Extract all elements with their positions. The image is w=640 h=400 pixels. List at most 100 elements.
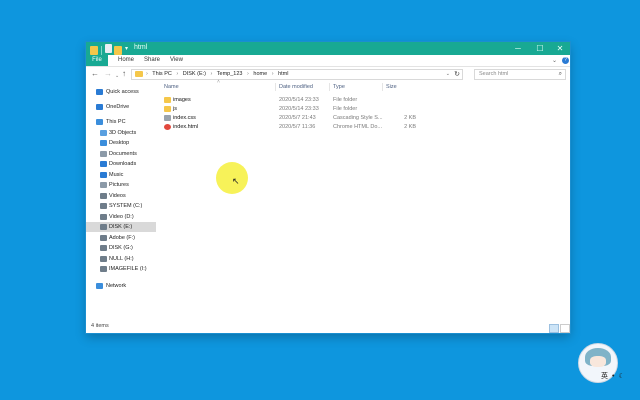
sort-indicator-icon: ˄ [217, 79, 220, 85]
divider[interactable] [382, 83, 383, 91]
sidebar-item-this-pc[interactable]: This PC [86, 117, 156, 127]
ime-punctuation-icon[interactable]: • [612, 373, 614, 380]
sidebar-item-videos[interactable]: Videos [86, 191, 156, 201]
cube-icon [100, 130, 107, 136]
file-list: ˄ Name Date modified Type Size images 20… [157, 79, 570, 322]
address-bar[interactable]: › This PC › DISK (E:) › Temp_123 › home … [131, 69, 463, 80]
breadcrumb-separator[interactable]: › [272, 71, 274, 77]
ime-language-indicator[interactable]: 英 [601, 373, 608, 380]
folder-icon [164, 106, 171, 112]
folder-icon [90, 46, 98, 55]
column-header-date-modified[interactable]: Date modified [279, 82, 313, 92]
drive-icon [100, 235, 107, 241]
desktop-icon [100, 140, 107, 146]
breadcrumb-disk-e[interactable]: DISK (E:) [183, 71, 206, 77]
navigation-bar: ← → ⌄ ↑ › This PC › DISK (E:) › Temp_123… [86, 67, 570, 81]
back-button[interactable]: ← [91, 69, 99, 79]
minimize-button[interactable]: ─ [508, 42, 528, 55]
file-row-js[interactable]: js 2020/5/14 23:33 File folder [157, 105, 570, 114]
tab-file[interactable]: File [86, 55, 108, 66]
sidebar-item-pictures[interactable]: Pictures [86, 180, 156, 190]
cloud-icon [96, 104, 103, 110]
sidebar-item-adobe-f[interactable]: Adobe (F:) [86, 233, 156, 243]
search-icon[interactable]: ⌕ [559, 70, 562, 79]
expand-ribbon-icon[interactable]: ⌄ [552, 57, 557, 64]
column-header-size[interactable]: Size [386, 82, 397, 92]
network-icon [96, 283, 103, 289]
title-bar[interactable]: ▾ html ─ ☐ ✕ [86, 42, 570, 55]
properties-icon[interactable] [105, 44, 112, 53]
navigation-pane: Quick access OneDrive This PC 3D Objects… [86, 82, 156, 322]
details-view-button[interactable] [549, 324, 559, 333]
css-file-icon [164, 115, 171, 121]
address-dropdown-icon[interactable]: ⌄ [446, 70, 450, 79]
download-icon [100, 161, 107, 167]
folder-icon [164, 97, 171, 103]
sidebar-item-video-d[interactable]: Video (D:) [86, 212, 156, 222]
maximize-button[interactable]: ☐ [530, 42, 550, 55]
column-header-name[interactable]: Name [164, 82, 179, 92]
folder-icon [135, 71, 143, 77]
breadcrumb: › This PC › DISK (E:) › Temp_123 › home … [146, 70, 291, 79]
sidebar-item-disk-g[interactable]: DISK (G:) [86, 243, 156, 253]
recent-locations-icon[interactable]: ⌄ [115, 71, 119, 81]
sidebar-item-imagefile-i[interactable]: IMAGEFILE (I:) [86, 264, 156, 274]
ime-toolbar[interactable]: 英 • ☾ [601, 371, 627, 381]
sidebar-item-null-h[interactable]: NULL (H:) [86, 254, 156, 264]
forward-button[interactable]: → [104, 69, 112, 79]
sidebar-item-quick-access[interactable]: Quick access [86, 87, 156, 97]
sidebar-item-system-c[interactable]: SYSTEM (C:) [86, 201, 156, 211]
refresh-icon[interactable]: ↻ [454, 70, 460, 79]
sidebar-item-onedrive[interactable]: OneDrive [86, 102, 156, 112]
new-folder-icon[interactable] [114, 46, 122, 55]
sidebar-item-network[interactable]: Network [86, 281, 156, 291]
quick-access-dropdown-icon[interactable]: ▾ [125, 45, 128, 54]
help-icon[interactable]: ? [562, 57, 569, 64]
file-row-index-html[interactable]: index.html 2020/5/7 11:36 Chrome HTML Do… [157, 123, 570, 132]
sidebar-item-desktop[interactable]: Desktop [86, 138, 156, 148]
tab-view[interactable]: View [170, 55, 183, 66]
computer-icon [96, 119, 103, 125]
breadcrumb-separator[interactable]: › [176, 71, 178, 77]
breadcrumb-separator[interactable]: › [211, 71, 213, 77]
window-title: html [134, 44, 148, 51]
sidebar-item-3d-objects[interactable]: 3D Objects [86, 128, 156, 138]
status-bar: 4 items [86, 322, 570, 333]
moon-icon[interactable]: ☾ [618, 373, 624, 380]
search-input[interactable]: Search html ⌕ [474, 69, 566, 80]
file-row-index-css[interactable]: index.css 2020/5/7 21:43 Cascading Style… [157, 114, 570, 123]
close-button[interactable]: ✕ [550, 42, 570, 55]
music-icon [100, 172, 107, 178]
divider[interactable] [275, 83, 276, 91]
mouse-cursor-icon: ↖ [232, 176, 240, 186]
breadcrumb-html[interactable]: html [278, 71, 288, 77]
file-row-images[interactable]: images 2020/5/14 23:33 File folder [157, 96, 570, 105]
videos-icon [100, 193, 107, 199]
tab-home[interactable]: Home [118, 55, 134, 66]
document-icon [100, 151, 107, 157]
sidebar-item-music[interactable]: Music [86, 170, 156, 180]
divider[interactable] [329, 83, 330, 91]
drive-icon [100, 245, 107, 251]
column-header-type[interactable]: Type [333, 82, 345, 92]
pictures-icon [100, 182, 107, 188]
avatar-face [590, 356, 606, 367]
up-button[interactable]: ↑ [122, 69, 126, 79]
search-placeholder: Search html [479, 71, 509, 77]
breadcrumb-separator: › [146, 71, 148, 77]
breadcrumb-temp[interactable]: Temp_123 [217, 71, 243, 77]
star-icon [96, 89, 103, 95]
drive-icon [100, 203, 107, 209]
breadcrumb-home[interactable]: home [253, 71, 267, 77]
sidebar-item-documents[interactable]: Documents [86, 149, 156, 159]
tab-share[interactable]: Share [144, 55, 160, 66]
sidebar-item-downloads[interactable]: Downloads [86, 159, 156, 169]
breadcrumb-separator[interactable]: › [247, 71, 249, 77]
large-icons-view-button[interactable] [560, 324, 570, 333]
drive-icon [100, 256, 107, 262]
sidebar-item-disk-e[interactable]: DISK (E:) [86, 222, 156, 232]
drive-icon [100, 266, 107, 272]
file-explorer-window: ▾ html ─ ☐ ✕ File Home Share View ⌄ ? ← … [86, 42, 570, 333]
breadcrumb-this-pc[interactable]: This PC [152, 71, 172, 77]
item-count: 4 items [91, 323, 109, 329]
